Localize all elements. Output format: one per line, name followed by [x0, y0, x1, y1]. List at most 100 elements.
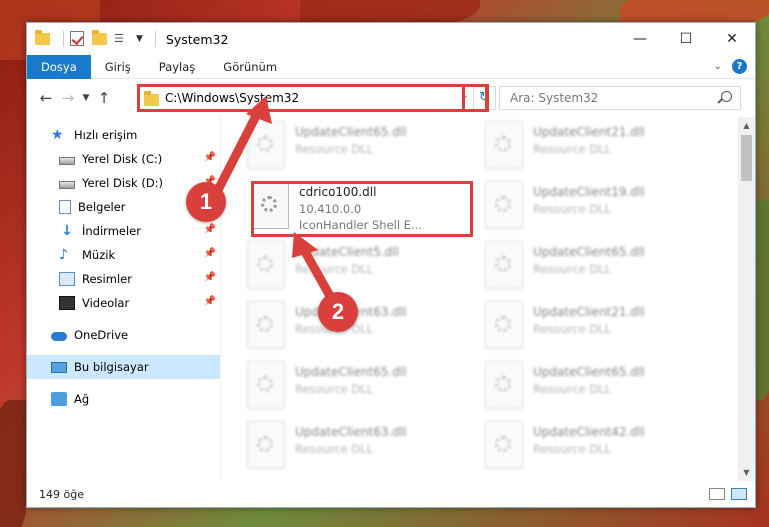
dll-file-icon [485, 121, 523, 169]
sidebar-item-pictures[interactable]: Resimler 📌 [27, 267, 220, 291]
network-icon [51, 392, 67, 406]
file-description: Resource DLL [533, 262, 612, 276]
sidebar-item-videos[interactable]: Videolar 📌 [27, 291, 220, 315]
forward-arrow-icon[interactable]: → [57, 89, 79, 107]
up-arrow-icon[interactable]: ↑ [93, 89, 115, 107]
file-name: UpdateClient5.dll [295, 245, 399, 259]
pin-icon[interactable]: 📌 [204, 152, 216, 163]
music-icon: ♪ [59, 247, 68, 263]
properties-icon[interactable] [70, 31, 86, 47]
list-item[interactable]: UpdateClient65.dll Resource DLL [485, 361, 709, 417]
pin-icon[interactable]: 📌 [204, 296, 216, 307]
pin-icon[interactable]: 📌 [204, 272, 216, 283]
download-icon: ↓ [61, 223, 73, 239]
minimize-button[interactable]: — [617, 23, 663, 55]
tab-view[interactable]: Görünüm [209, 55, 291, 79]
sidebar-item-label: Bu bilgisayar [74, 360, 149, 374]
list-item[interactable]: UpdateClient21.dll Resource DLL [485, 301, 709, 357]
new-folder-icon[interactable] [92, 30, 108, 47]
list-item[interactable]: UpdateClient21.dll Resource DLL [485, 121, 709, 177]
dll-file-icon [485, 301, 523, 349]
file-description: IconHandler Shell E... [299, 218, 422, 232]
list-item[interactable]: UpdateClient5.dll Resource DLL [247, 241, 471, 297]
search-input[interactable]: Ara: System32 [499, 86, 741, 110]
sidebar-item-quick-access[interactable]: ★ Hızlı erişim [27, 123, 220, 147]
scroll-up-icon[interactable]: ▲ [738, 121, 755, 130]
chevron-down-icon[interactable]: ⌄ [461, 90, 469, 101]
file-name: UpdateClient65.dll [533, 365, 645, 379]
close-button[interactable]: ✕ [709, 23, 755, 55]
sidebar-item-local-disk-c[interactable]: Yerel Disk (C:) 📌 [27, 147, 220, 171]
refresh-icon[interactable]: ↻ [473, 87, 495, 109]
sidebar-item-network[interactable]: Ağ [27, 387, 220, 411]
pin-icon[interactable]: 📌 [204, 224, 216, 235]
file-description: Resource DLL [295, 442, 374, 456]
list-item[interactable]: UpdateClient65.dll Resource DLL [247, 361, 471, 417]
search-placeholder: Ara: System32 [510, 91, 599, 105]
sidebar-item-this-pc[interactable]: Bu bilgisayar [27, 355, 220, 379]
file-name: cdrico100.dll [299, 185, 377, 199]
star-icon: ★ [51, 127, 64, 143]
maximize-button[interactable]: ☐ [663, 23, 709, 55]
file-name: UpdateClient65.dll [295, 125, 407, 139]
sidebar-item-downloads[interactable]: ↓ İndirmeler 📌 [27, 219, 220, 243]
pictures-icon [59, 272, 75, 286]
sidebar-item-label: OneDrive [74, 328, 129, 342]
search-icon[interactable] [721, 91, 732, 102]
dll-file-icon [247, 301, 285, 349]
scrollbar-thumb[interactable] [741, 135, 752, 181]
list-item[interactable]: UpdateClient63.dll Resource DLL [247, 421, 471, 477]
tab-file[interactable]: Dosya [27, 54, 91, 79]
file-version: 10.410.0.0 [299, 202, 362, 216]
vertical-scrollbar[interactable]: ▲ ▼ [738, 117, 755, 481]
folder-icon [144, 90, 159, 106]
customize-toolbar-icon[interactable]: ☰ [114, 31, 130, 47]
list-item[interactable]: UpdateClient42.dll Resource DLL [485, 421, 709, 477]
computer-icon [51, 361, 67, 373]
dll-file-icon [247, 241, 285, 289]
file-description: Resource DLL [295, 142, 374, 156]
list-item[interactable]: UpdateClient19.dll Resource DLL [485, 181, 709, 237]
file-description: Resource DLL [533, 442, 612, 456]
status-bar: 149 öğe [27, 481, 755, 507]
folder-icon [35, 30, 51, 47]
list-item[interactable]: UpdateClient63.dllResource DLL [247, 301, 471, 357]
scroll-down-icon[interactable]: ▼ [738, 468, 755, 477]
file-name: UpdateClient65.dll [295, 365, 407, 379]
file-name: UpdateClient19.dll [533, 185, 645, 199]
sidebar-item-label: Hızlı erişim [74, 128, 138, 142]
tab-share[interactable]: Paylaş [145, 55, 210, 79]
help-icon[interactable]: ? [732, 59, 747, 74]
chevron-down-icon[interactable]: ▼ [136, 34, 143, 44]
divider [63, 31, 64, 47]
sidebar-item-onedrive[interactable]: OneDrive [27, 323, 220, 347]
large-icons-view-icon[interactable] [731, 488, 747, 500]
file-name: UpdateClient21.dll [533, 125, 645, 139]
back-arrow-icon[interactable]: ← [35, 89, 57, 107]
address-bar[interactable]: C:\Windows\System32 ⌄ ↻ [139, 86, 496, 110]
file-description: Resource DLL [533, 142, 612, 156]
tab-home[interactable]: Giriş [91, 55, 145, 79]
callout-step-2: 2 [318, 292, 358, 332]
sidebar-item-label: Resimler [82, 272, 132, 286]
sidebar-item-music[interactable]: ♪ Müzik 📌 [27, 243, 220, 267]
file-name: UpdateClient63.dll [295, 425, 407, 439]
file-description: Resource DLL [295, 382, 374, 396]
sidebar-item-label: Yerel Disk (D:) [82, 176, 164, 190]
file-list: UpdateClient65.dll Resource DLL cdrico100… [221, 117, 755, 481]
window-title: System32 [165, 31, 229, 47]
details-view-icon[interactable] [709, 488, 725, 500]
recent-locations-icon[interactable]: ▼ [79, 93, 93, 103]
dll-file-icon [485, 421, 523, 469]
expand-ribbon-icon[interactable]: ⌄ [714, 61, 722, 72]
dll-file-icon [485, 361, 523, 409]
list-item[interactable]: UpdateClient65.dll Resource DLL [247, 121, 471, 177]
address-path[interactable]: C:\Windows\System32 [165, 91, 299, 105]
item-count: 149 öğe [39, 487, 84, 501]
file-description: Resource DLL [533, 382, 612, 396]
sidebar-item-label: Yerel Disk (C:) [82, 152, 163, 166]
list-item-focused[interactable]: cdrico100.dll 10.410.0.0 IconHandler She… [251, 181, 475, 237]
pin-icon[interactable]: 📌 [204, 248, 216, 259]
sidebar-item-label: Müzik [82, 248, 116, 262]
list-item[interactable]: UpdateClient65.dll Resource DLL [485, 241, 709, 297]
